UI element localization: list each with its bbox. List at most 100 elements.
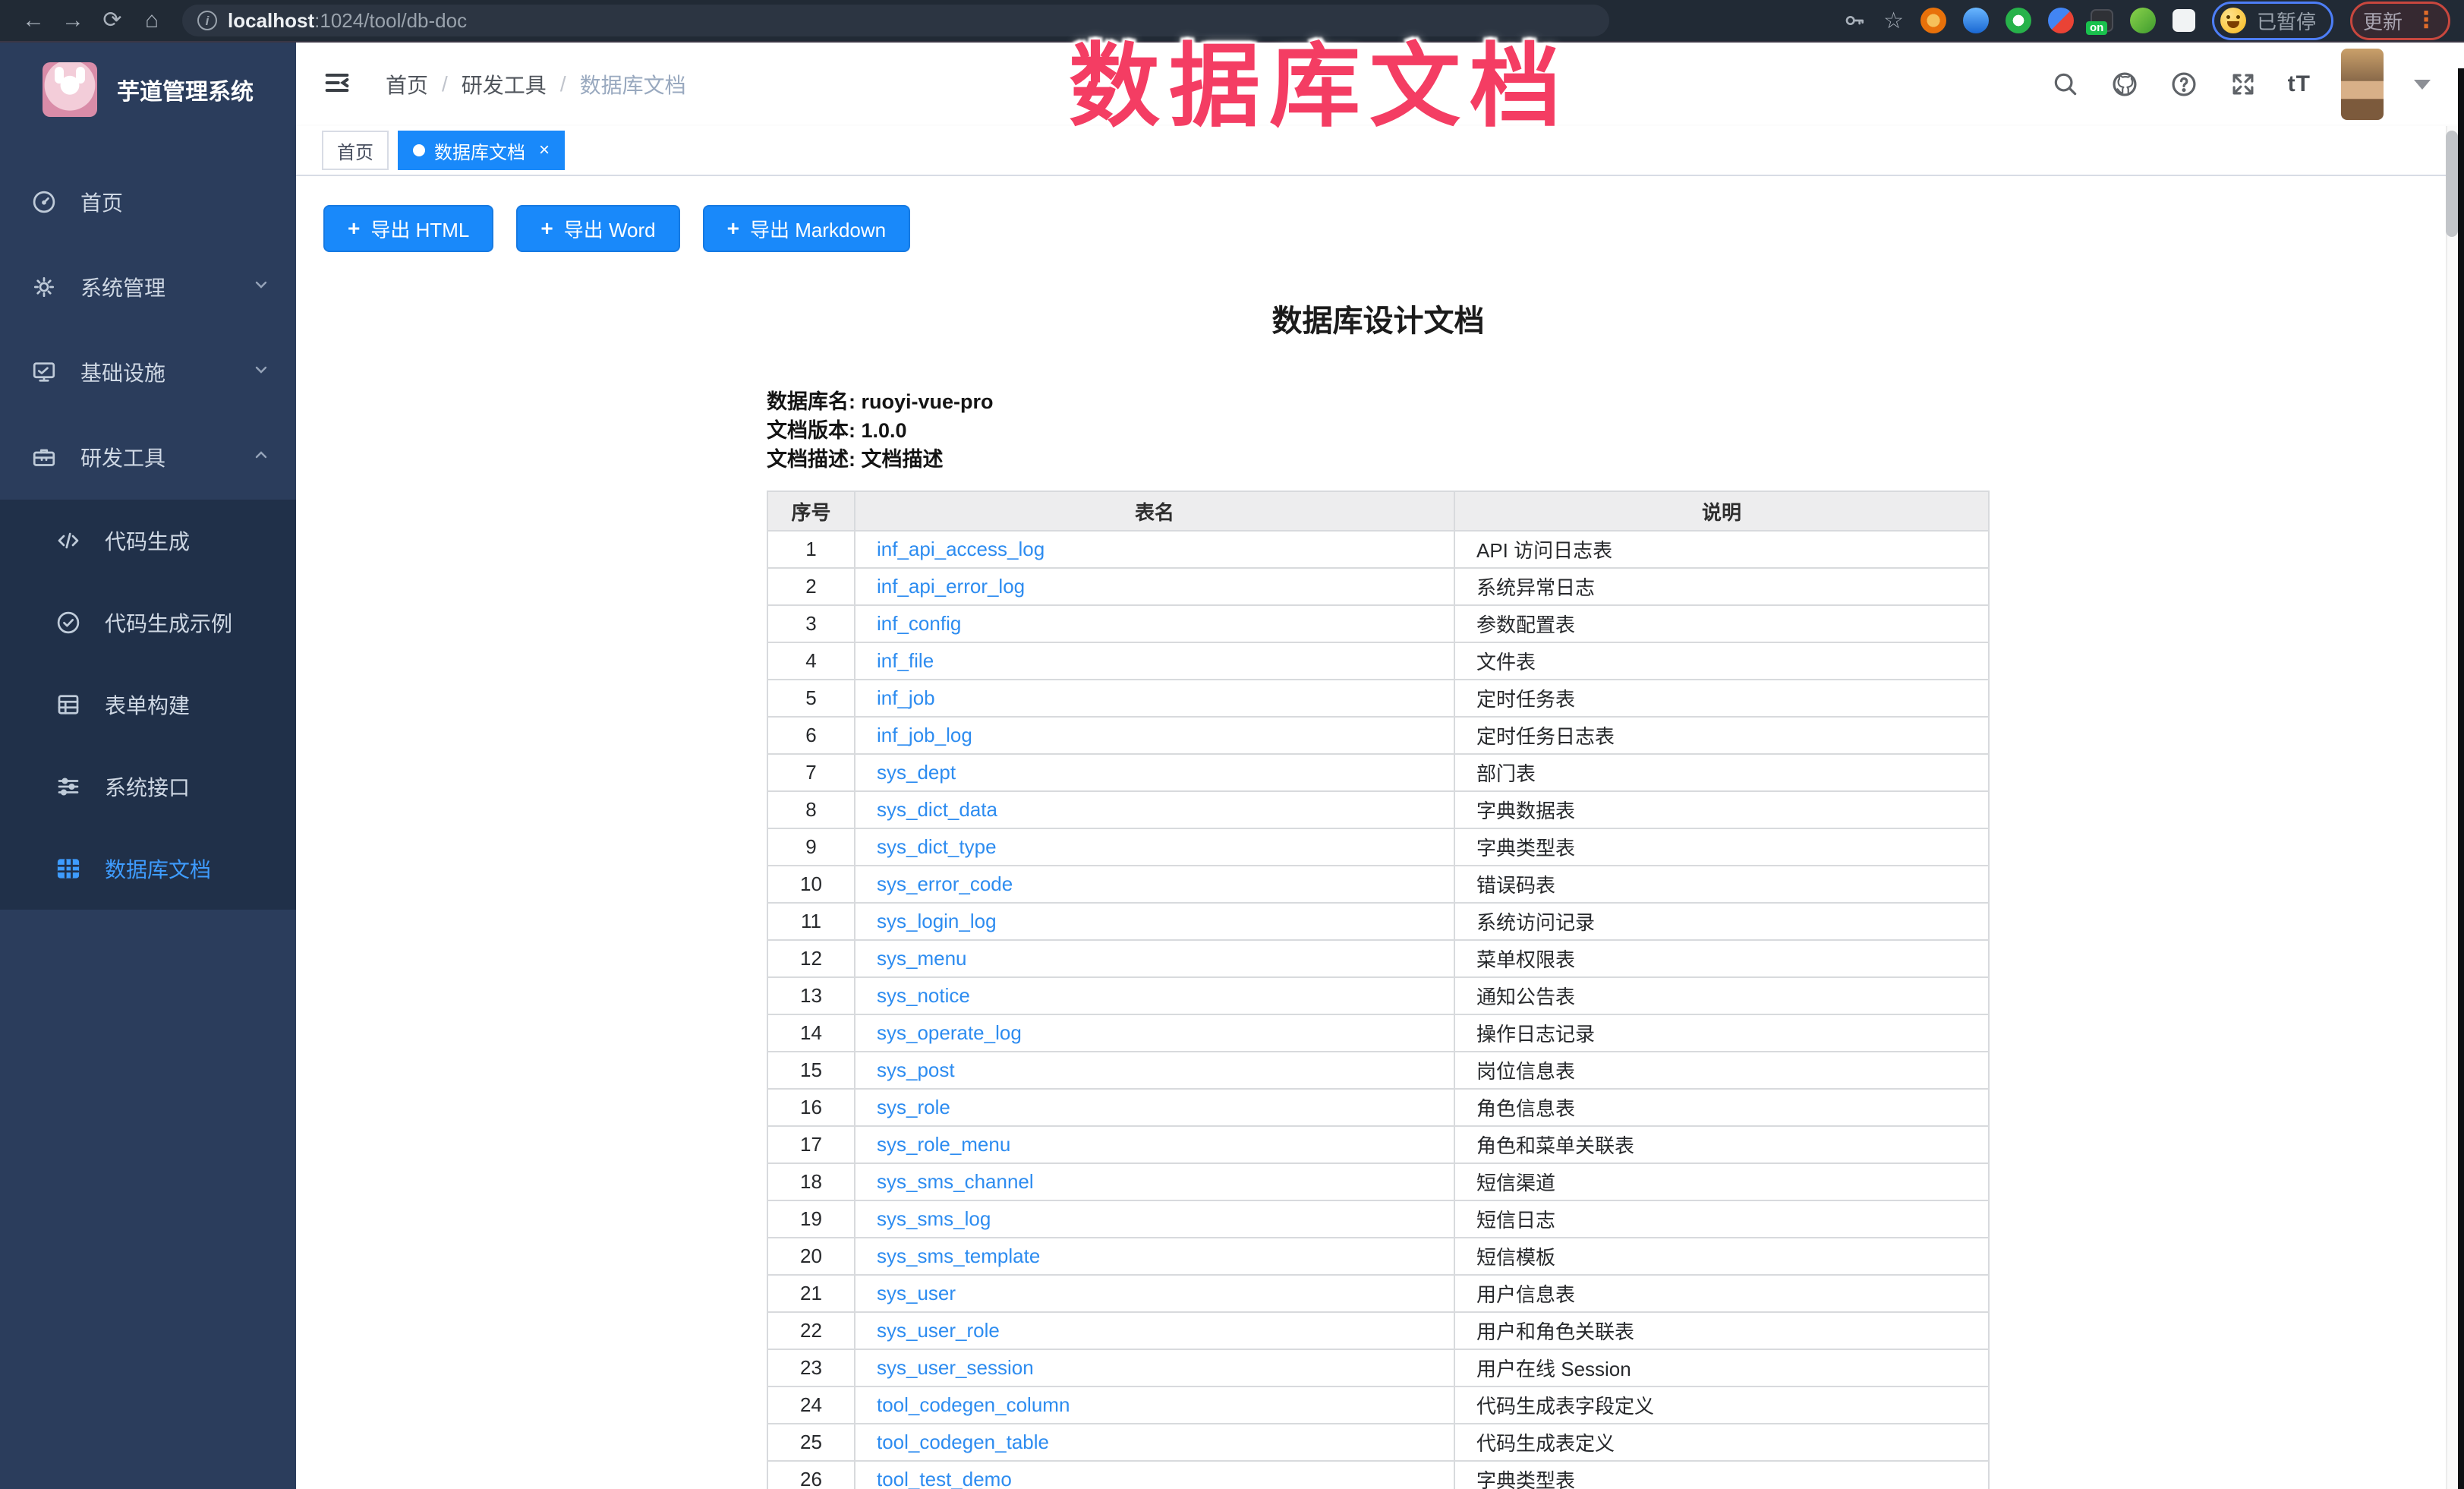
- table-description: 短信模板: [1454, 1238, 1989, 1275]
- extension-orange-icon[interactable]: [1920, 8, 1946, 33]
- table-name-link[interactable]: sys_user_role: [877, 1319, 1000, 1342]
- search-icon[interactable]: [2051, 70, 2080, 99]
- sidebar-item-system[interactable]: 系统管理: [0, 244, 296, 330]
- table-description: 字典类型表: [1454, 828, 1989, 866]
- tag-db-doc[interactable]: 数据库文档 ×: [398, 131, 565, 170]
- window-scrollbar-track[interactable]: [2446, 126, 2458, 1489]
- sidebar-item-db-doc[interactable]: 数据库文档: [0, 828, 296, 910]
- sidebar-item-infra[interactable]: 基础设施: [0, 330, 296, 415]
- forward-icon[interactable]: →: [53, 1, 93, 40]
- table-name-link[interactable]: sys_sms_log: [877, 1207, 991, 1230]
- extension-leaf-icon[interactable]: [2130, 8, 2156, 33]
- table-name-link[interactable]: sys_notice: [877, 984, 970, 1007]
- sidebar-menu: 首页 系统管理 基础设施 研发工具: [0, 159, 296, 910]
- table-row: 21 sys_user 用户信息表: [767, 1275, 1989, 1312]
- table-name-link[interactable]: sys_sms_template: [877, 1245, 1040, 1267]
- url-path: :1024/tool/db-doc: [314, 9, 467, 33]
- font-size-icon[interactable]: tT: [2288, 71, 2311, 97]
- avatar-caret-icon[interactable]: [2414, 80, 2431, 90]
- window-scrollbar-thumb[interactable]: [2446, 131, 2458, 237]
- sidebar-item-home[interactable]: 首页: [0, 159, 296, 244]
- sidebar-item-devtools[interactable]: 研发工具: [0, 415, 296, 500]
- table-name-link[interactable]: tool_codegen_table: [877, 1431, 1049, 1453]
- sidebar-collapse-icon[interactable]: [322, 68, 352, 102]
- key-icon[interactable]: [1842, 8, 1867, 33]
- table-name-link[interactable]: inf_api_error_log: [877, 575, 1025, 598]
- table-description: 短信渠道: [1454, 1163, 1989, 1200]
- table-name-link[interactable]: tool_codegen_column: [877, 1393, 1070, 1416]
- breadcrumb-devtools[interactable]: 研发工具: [462, 69, 547, 99]
- table-name-link[interactable]: sys_dict_data: [877, 798, 997, 821]
- extension-green-check-icon[interactable]: ✓: [2006, 8, 2031, 33]
- row-number: 21: [767, 1275, 855, 1312]
- table-name-link[interactable]: sys_user: [877, 1282, 956, 1304]
- fullscreen-icon[interactable]: [2229, 70, 2258, 99]
- export-toolbar: +导出 HTML +导出 Word +导出 Markdown: [323, 205, 2464, 252]
- kebab-menu-icon[interactable]: ⋮: [2415, 9, 2437, 32]
- table-name-link[interactable]: inf_job_log: [877, 724, 972, 746]
- browser-extensions-area: ☆ ✓ on 已暂停 更新 ⋮: [1842, 2, 2450, 40]
- sidebar-item-api[interactable]: 系统接口: [0, 746, 296, 828]
- table-name-link[interactable]: inf_config: [877, 612, 961, 635]
- table-name-link[interactable]: inf_job: [877, 686, 935, 709]
- table-row: 17 sys_role_menu 角色和菜单关联表: [767, 1126, 1989, 1163]
- table-name-link[interactable]: sys_login_log: [877, 910, 997, 932]
- browser-update-button[interactable]: 更新 ⋮: [2350, 2, 2450, 40]
- table-name-link[interactable]: sys_menu: [877, 947, 967, 970]
- sidebar-item-label: 系统管理: [80, 272, 165, 302]
- form-icon: [55, 691, 82, 718]
- col-header-name: 表名: [855, 491, 1454, 531]
- table-name-link[interactable]: sys_dept: [877, 761, 956, 784]
- github-icon[interactable]: [2110, 70, 2139, 99]
- table-row: 2 inf_api_error_log 系统异常日志: [767, 568, 1989, 605]
- table-name-link[interactable]: sys_dict_type: [877, 835, 997, 858]
- extension-puzzle-icon[interactable]: [2173, 9, 2195, 32]
- extension-multicolor-icon[interactable]: [2048, 8, 2074, 33]
- table-name-link[interactable]: sys_sms_channel: [877, 1170, 1034, 1193]
- table-description: 代码生成表字段定义: [1454, 1386, 1989, 1424]
- sidebar-item-codegen-demo[interactable]: 代码生成示例: [0, 582, 296, 664]
- sidebar-item-codegen[interactable]: 代码生成: [0, 500, 296, 582]
- extension-dark-icon[interactable]: on: [2091, 9, 2113, 32]
- table-description: 定时任务表: [1454, 680, 1989, 717]
- home-icon[interactable]: ⌂: [132, 1, 172, 40]
- export-markdown-button[interactable]: +导出 Markdown: [703, 205, 911, 252]
- back-icon[interactable]: ←: [14, 1, 53, 40]
- sidebar-item-form-builder[interactable]: 表单构建: [0, 664, 296, 746]
- dashboard-icon: [30, 188, 58, 216]
- table-name-link[interactable]: inf_file: [877, 649, 934, 672]
- table-name-link[interactable]: sys_operate_log: [877, 1021, 1022, 1044]
- table-name-link[interactable]: sys_role_menu: [877, 1133, 1010, 1156]
- breadcrumb-home[interactable]: 首页: [386, 69, 428, 99]
- table-name-link[interactable]: sys_error_code: [877, 872, 1013, 895]
- table-row: 3 inf_config 参数配置表: [767, 605, 1989, 642]
- table-description: 角色和菜单关联表: [1454, 1126, 1989, 1163]
- table-description: 字典类型表: [1454, 1461, 1989, 1489]
- paused-extension-badge[interactable]: 已暂停: [2212, 2, 2333, 40]
- breadcrumb-current: 数据库文档: [580, 69, 686, 99]
- export-word-button[interactable]: +导出 Word: [516, 205, 679, 252]
- active-dot-icon: [413, 144, 425, 156]
- table-description: 参数配置表: [1454, 605, 1989, 642]
- site-info-icon[interactable]: i: [197, 11, 217, 30]
- on-badge: on: [2086, 21, 2107, 35]
- row-number: 23: [767, 1349, 855, 1386]
- update-label: 更新: [2363, 7, 2403, 35]
- close-icon[interactable]: ×: [539, 140, 550, 161]
- table-row: 11 sys_login_log 系统访问记录: [767, 903, 1989, 940]
- table-name-link[interactable]: tool_test_demo: [877, 1468, 1012, 1489]
- tag-home[interactable]: 首页: [322, 131, 389, 170]
- table-description: 字典数据表: [1454, 791, 1989, 828]
- help-icon[interactable]: [2169, 70, 2198, 99]
- extension-blue-icon[interactable]: [1963, 8, 1989, 33]
- table-name-link[interactable]: sys_post: [877, 1058, 955, 1081]
- table-name-link[interactable]: inf_api_access_log: [877, 538, 1045, 560]
- app-logo-row[interactable]: 芋道管理系统: [0, 43, 296, 137]
- table-name-link[interactable]: sys_role: [877, 1096, 950, 1118]
- emoji-face-icon: [2220, 8, 2246, 33]
- reload-icon[interactable]: ⟳: [93, 1, 132, 40]
- export-html-button[interactable]: +导出 HTML: [323, 205, 493, 252]
- table-name-link[interactable]: sys_user_session: [877, 1356, 1034, 1379]
- bookmark-star-icon[interactable]: ☆: [1883, 8, 1904, 34]
- user-avatar[interactable]: [2341, 49, 2384, 120]
